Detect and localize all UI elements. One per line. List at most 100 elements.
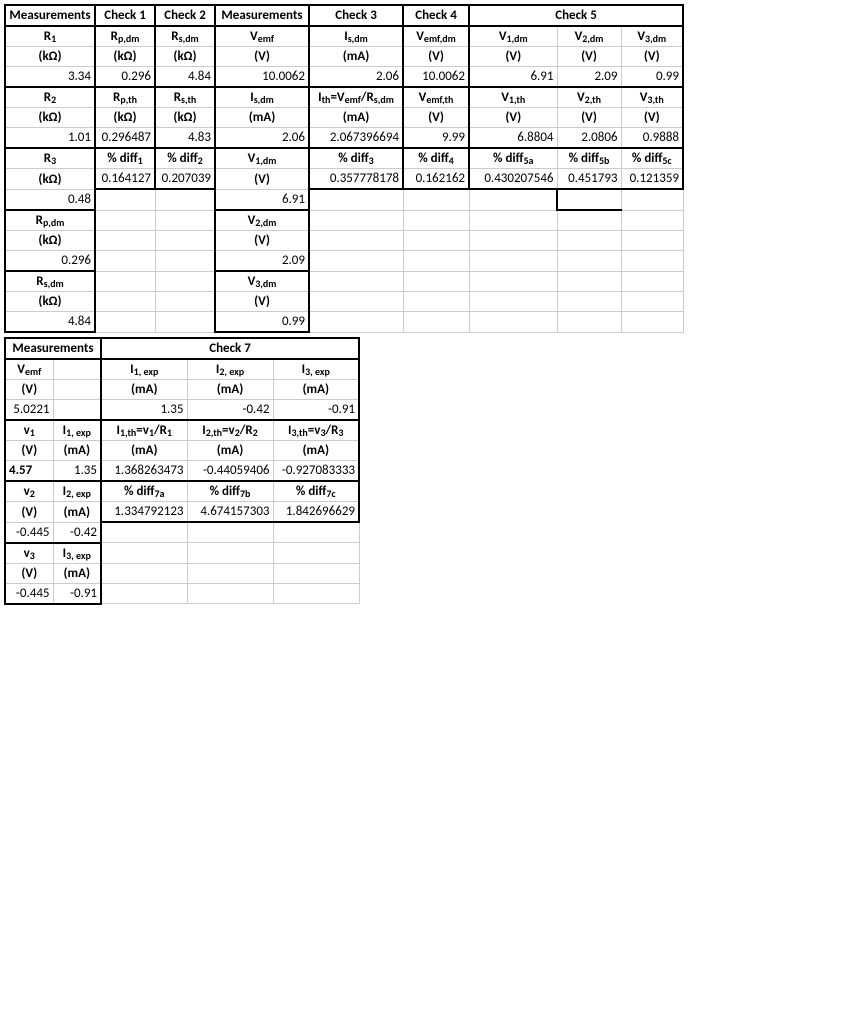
cell <box>53 400 101 421</box>
table-row: (V) (mA) <box>5 563 359 583</box>
table-row: (kΩ) (V) <box>5 231 683 251</box>
cell: % diff5c <box>621 148 683 169</box>
table-row: R3 % diff1 % diff2 V1,dm % diff3 % diff4… <box>5 148 683 169</box>
cell: % diff3 <box>309 148 403 169</box>
cell <box>469 251 557 272</box>
table-row: R2 Rp,th Rs,th Is,dm Ith=Vemf/Rs,dm Vemf… <box>5 87 683 108</box>
cell: (V) <box>403 47 469 67</box>
cell: I2,th=v2/R2 <box>187 420 273 441</box>
cell: Rp,dm <box>95 26 155 47</box>
cell <box>155 251 215 272</box>
cell <box>469 312 557 333</box>
cell: -0.445 <box>5 522 53 543</box>
table-row: Measurements Check 1 Check 2 Measurement… <box>5 5 683 26</box>
cell: (V) <box>557 47 621 67</box>
cell: -0.91 <box>53 583 101 604</box>
cell: (V) <box>215 231 309 251</box>
cell: 0.9888 <box>621 128 683 149</box>
cell: (mA) <box>215 108 309 128</box>
cell: V2,dm <box>557 26 621 47</box>
cell <box>101 563 187 583</box>
cell: -0.42 <box>53 522 101 543</box>
cell <box>155 292 215 312</box>
cell: -0.91 <box>273 400 359 421</box>
cell <box>557 271 621 292</box>
cell: (V) <box>5 441 53 461</box>
cell: 0.99 <box>215 312 309 333</box>
cell <box>621 210 683 231</box>
cell <box>309 312 403 333</box>
cell: (kΩ) <box>95 47 155 67</box>
cell: (mA) <box>309 108 403 128</box>
cell: (mA) <box>273 380 359 400</box>
cell <box>101 522 187 543</box>
cell: (kΩ) <box>5 47 95 67</box>
cell: (V) <box>469 108 557 128</box>
cell: 0.451793 <box>557 169 621 190</box>
cell <box>403 210 469 231</box>
cell: R1 <box>5 26 95 47</box>
cell <box>155 189 215 210</box>
cell: 0.99 <box>621 67 683 88</box>
col-header: Check 1 <box>95 5 155 26</box>
cell: 0.296487 <box>95 128 155 149</box>
cell: 0.164127 <box>95 169 155 190</box>
cell: 3.34 <box>5 67 95 88</box>
table-row: 5.0221 1.35 -0.42 -0.91 <box>5 400 359 421</box>
cell: V3,dm <box>621 26 683 47</box>
cell: (mA) <box>53 502 101 523</box>
cell: (mA) <box>273 441 359 461</box>
cell: 0.296 <box>5 251 95 272</box>
table-row: -0.445 -0.91 <box>5 583 359 604</box>
cell: 1.842696629 <box>273 502 359 523</box>
cell: 2.0806 <box>557 128 621 149</box>
cell: -0.44059406 <box>187 461 273 482</box>
cell: % diff1 <box>95 148 155 169</box>
cell: (mA) <box>309 47 403 67</box>
cell: 0.430207546 <box>469 169 557 190</box>
cell: % diff2 <box>155 148 215 169</box>
cell: (V) <box>5 563 53 583</box>
cell: I1,th=v1/R1 <box>101 420 187 441</box>
cell: (V) <box>5 380 53 400</box>
cell: % diff4 <box>403 148 469 169</box>
table-row: (kΩ) 0.164127 0.207039 (V) 0.357778178 0… <box>5 169 683 190</box>
table-row: 4.84 0.99 <box>5 312 683 333</box>
cell <box>155 312 215 333</box>
cell: 10.0062 <box>215 67 309 88</box>
cell: 4.83 <box>155 128 215 149</box>
table-row: R1 Rp,dm Rs,dm Vemf Is,dm Vemf,dm V1,dm … <box>5 26 683 47</box>
cell: (kΩ) <box>5 292 95 312</box>
table-row: Vemf I1, exp I2, exp I3, exp <box>5 359 359 380</box>
cell: % diff5a <box>469 148 557 169</box>
cell <box>621 231 683 251</box>
cell: V1,th <box>469 87 557 108</box>
cell <box>621 312 683 333</box>
cell <box>309 231 403 251</box>
cell: 0.357778178 <box>309 169 403 190</box>
cell: -0.445 <box>5 583 53 604</box>
cell: (V) <box>557 108 621 128</box>
cell: (kΩ) <box>5 231 95 251</box>
cell: 0.121359 <box>621 169 683 190</box>
cell: (V) <box>215 47 309 67</box>
cell: Vemf <box>215 26 309 47</box>
cell: I2, exp <box>53 481 101 502</box>
table-row: 3.34 0.296 4.84 10.0062 2.06 10.0062 6.9… <box>5 67 683 88</box>
cell <box>403 292 469 312</box>
cell: 1.334792123 <box>101 502 187 523</box>
table-row: 0.296 2.09 <box>5 251 683 272</box>
cell: % diff7a <box>101 481 187 502</box>
cell: Ith=Vemf/Rs,dm <box>309 87 403 108</box>
cell <box>469 271 557 292</box>
cell: 5.0221 <box>5 400 53 421</box>
cell <box>187 543 273 564</box>
cell: (V) <box>403 108 469 128</box>
table-checks-1-5: Measurements Check 1 Check 2 Measurement… <box>4 4 684 333</box>
cell: (mA) <box>53 563 101 583</box>
cell <box>403 231 469 251</box>
cell: 4.674157303 <box>187 502 273 523</box>
cell: Vemf,dm <box>403 26 469 47</box>
cell <box>403 312 469 333</box>
cell <box>557 312 621 333</box>
